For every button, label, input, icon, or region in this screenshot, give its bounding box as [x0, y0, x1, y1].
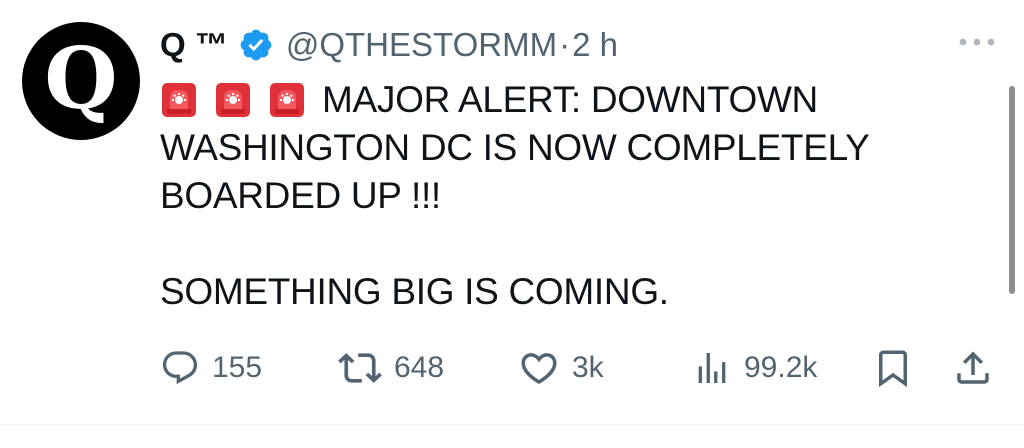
avatar-letter: Q	[44, 29, 118, 128]
bookmark-button[interactable]	[872, 346, 914, 390]
retweet-count: 648	[394, 351, 445, 384]
retweet-button[interactable]: 648	[338, 346, 444, 390]
bookmark-icon	[879, 350, 907, 388]
share-button[interactable]	[952, 346, 994, 390]
reply-button[interactable]: 155	[160, 346, 262, 390]
tweet-line-3: BOARDED UP !!!	[160, 175, 441, 216]
avatar[interactable]: Q	[22, 22, 140, 140]
tweet-line-1-text: MAJOR ALERT: DOWNTOWN	[322, 79, 818, 120]
heart-icon	[521, 353, 557, 385]
handle[interactable]: @QTHESTORMM	[286, 26, 557, 64]
siren-emoji-icon	[270, 83, 304, 117]
like-count: 3k	[572, 351, 604, 384]
divider	[0, 424, 1024, 425]
more-options-icon[interactable]	[956, 34, 998, 50]
verified-badge-icon	[240, 29, 272, 61]
tweet-line-4: SOMETHING BIG IS COMING.	[160, 271, 669, 312]
share-icon	[957, 351, 989, 384]
tweet-header: Q ™ @QTHESTORMM · 2 h	[160, 22, 618, 68]
timestamp[interactable]: 2 h	[572, 26, 618, 64]
like-button[interactable]: 3k	[518, 346, 604, 390]
retweet-icon	[338, 353, 382, 383]
reply-icon	[162, 351, 198, 385]
scrollbar[interactable]	[1009, 86, 1015, 294]
tweet-line-1: MAJOR ALERT: DOWNTOWN	[160, 76, 940, 124]
display-name[interactable]: Q ™	[160, 26, 228, 64]
tweet-text: MAJOR ALERT: DOWNTOWN WASHINGTON DC IS N…	[160, 76, 940, 316]
views-icon	[698, 353, 726, 383]
views-count: 99.2k	[744, 351, 818, 384]
siren-emoji-icon	[162, 83, 196, 117]
tweet-actions: 155 648 3k 99.2k	[160, 346, 1000, 390]
tweet-line-2: WASHINGTON DC IS NOW COMPLETELY	[160, 127, 870, 168]
views-button[interactable]: 99.2k	[692, 346, 817, 390]
siren-emoji-icon	[216, 83, 250, 117]
reply-count: 155	[212, 351, 263, 384]
separator-dot: ·	[559, 26, 571, 63]
